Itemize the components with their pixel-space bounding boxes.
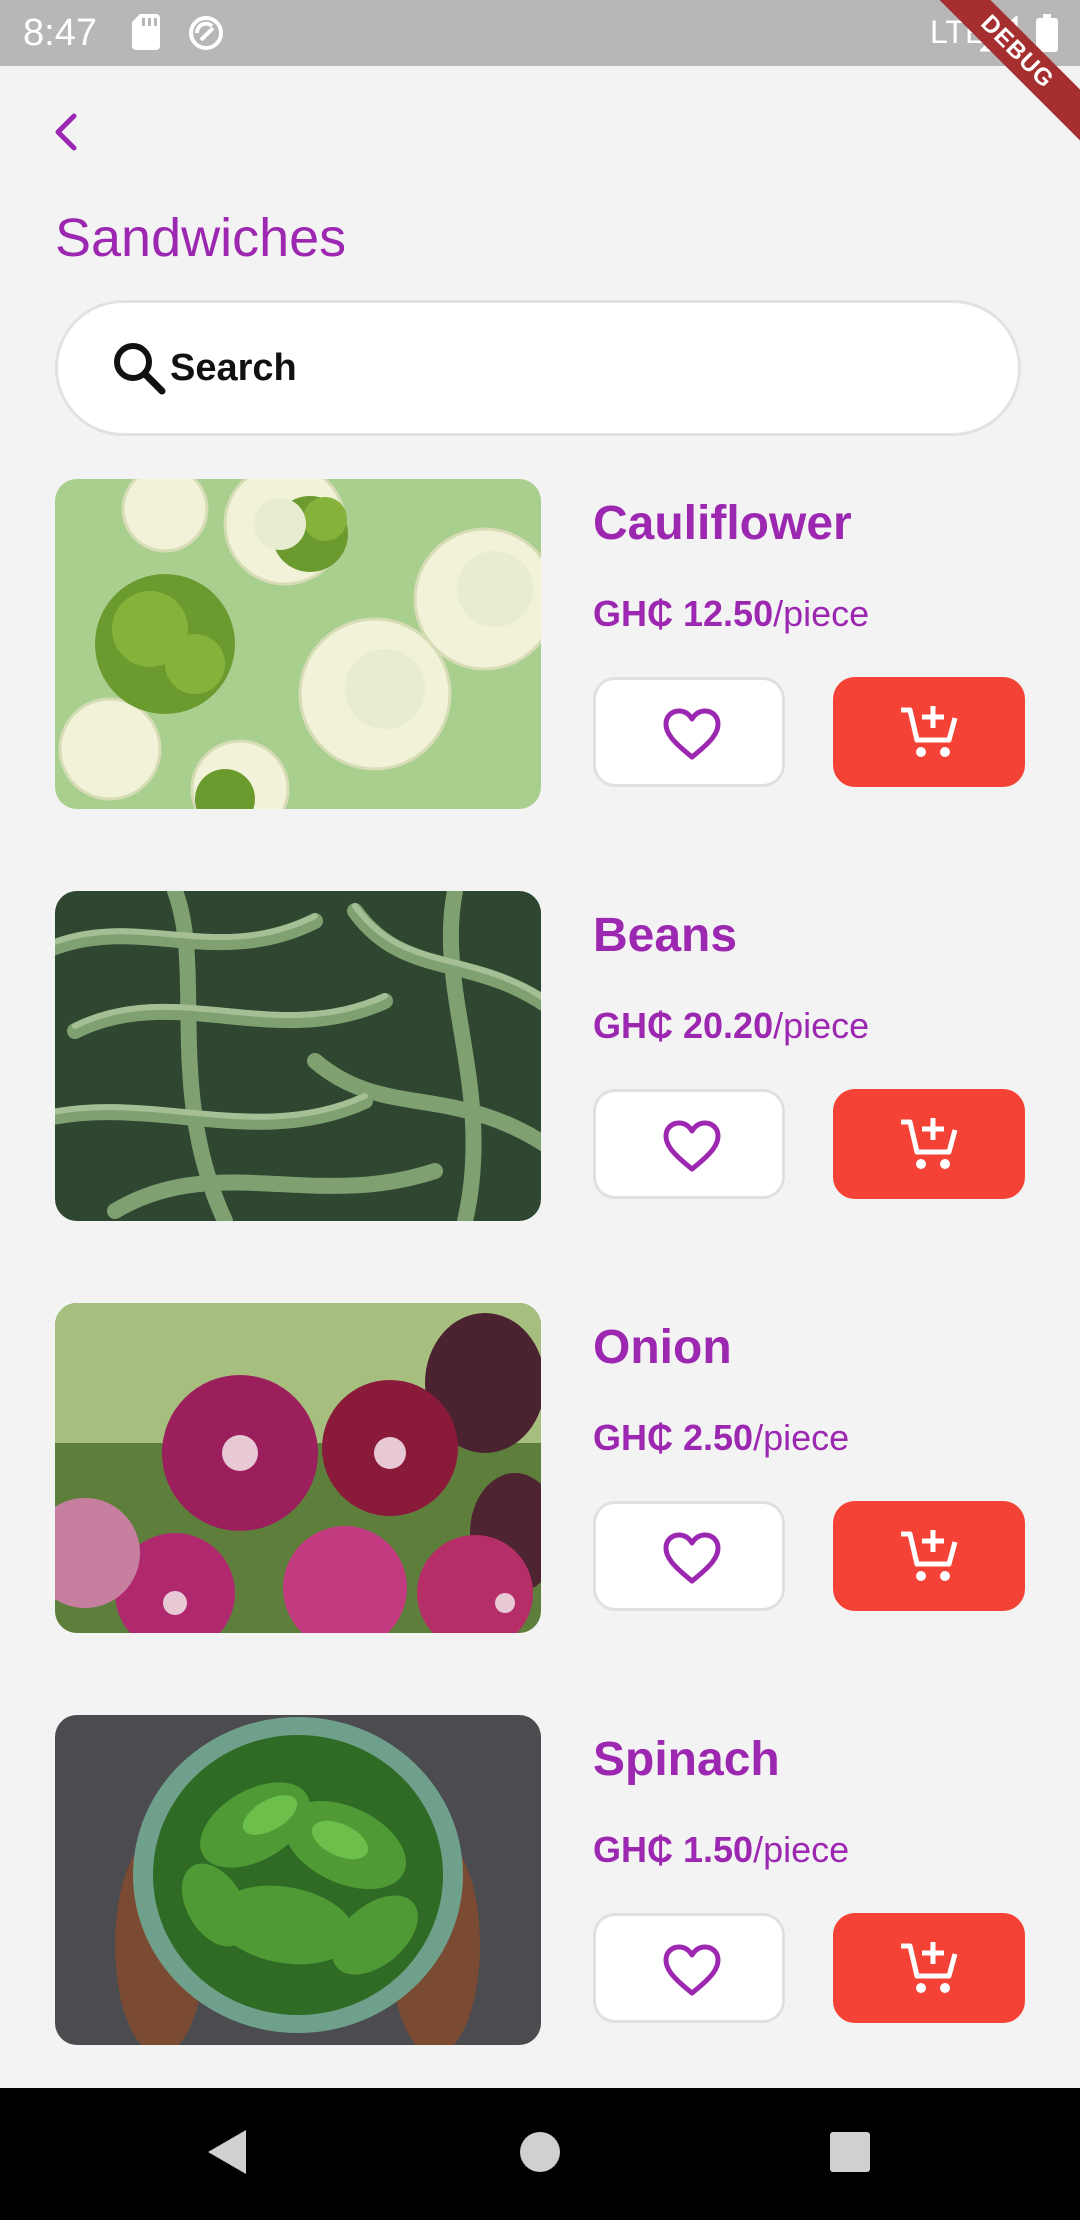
favorite-button[interactable] (593, 1501, 785, 1611)
favorite-button[interactable] (593, 677, 785, 787)
back-triangle-icon[interactable] (204, 2126, 250, 2178)
heart-outline-icon (663, 708, 721, 760)
battery-icon (1036, 14, 1058, 52)
product-image (55, 1715, 541, 2045)
status-bar: 8:47 LTE DEBUG (0, 0, 1080, 154)
status-time: 8:47 (23, 12, 97, 54)
product-image (55, 1303, 541, 1633)
recents-square-icon[interactable] (828, 2126, 872, 2178)
system-navigation-bar (0, 2088, 1080, 2220)
search-bar[interactable]: Search (55, 300, 1021, 436)
heart-outline-icon (663, 1120, 721, 1172)
product-card[interactable]: Cauliflower GH₵ 12.50/piece (55, 479, 1025, 809)
product-price: GH₵ 12.50/piece (593, 593, 870, 634)
add-shopping-cart-icon (901, 706, 958, 757)
search-icon (114, 343, 166, 395)
add-shopping-cart-icon (901, 1118, 958, 1169)
add-to-cart-button[interactable] (833, 677, 1025, 787)
product-price: GH₵ 2.50/piece (593, 1417, 850, 1458)
sync-icon (189, 16, 223, 50)
product-name: Beans (593, 909, 738, 962)
heart-outline-icon (663, 1532, 721, 1584)
product-card[interactable]: Spinach GH₵ 1.50/piece (55, 1715, 1025, 2045)
product-price: GH₵ 20.20/piece (593, 1005, 870, 1046)
sd-card-icon (132, 14, 160, 50)
add-to-cart-button[interactable] (833, 1913, 1025, 2023)
product-price: GH₵ 1.50/piece (593, 1829, 850, 1870)
favorite-button[interactable] (593, 1089, 785, 1199)
add-to-cart-button[interactable] (833, 1089, 1025, 1199)
product-name: Spinach (593, 1733, 780, 1786)
add-to-cart-button[interactable] (833, 1501, 1025, 1611)
product-image (55, 479, 541, 809)
add-shopping-cart-icon (901, 1530, 958, 1581)
product-name: Onion (593, 1321, 732, 1374)
product-name: Cauliflower (593, 497, 852, 550)
page-title: Sandwiches (55, 208, 347, 268)
home-circle-icon[interactable] (518, 2126, 562, 2178)
favorite-button[interactable] (593, 1913, 785, 2023)
heart-outline-icon (663, 1944, 721, 1996)
product-card[interactable]: Onion GH₵ 2.50/piece (55, 1303, 1025, 1633)
product-image (55, 891, 541, 1221)
product-card[interactable]: Beans GH₵ 20.20/piece (55, 891, 1025, 1221)
add-shopping-cart-icon (901, 1942, 958, 1993)
chevron-left-icon[interactable] (44, 108, 92, 156)
search-label: Search (170, 347, 297, 389)
